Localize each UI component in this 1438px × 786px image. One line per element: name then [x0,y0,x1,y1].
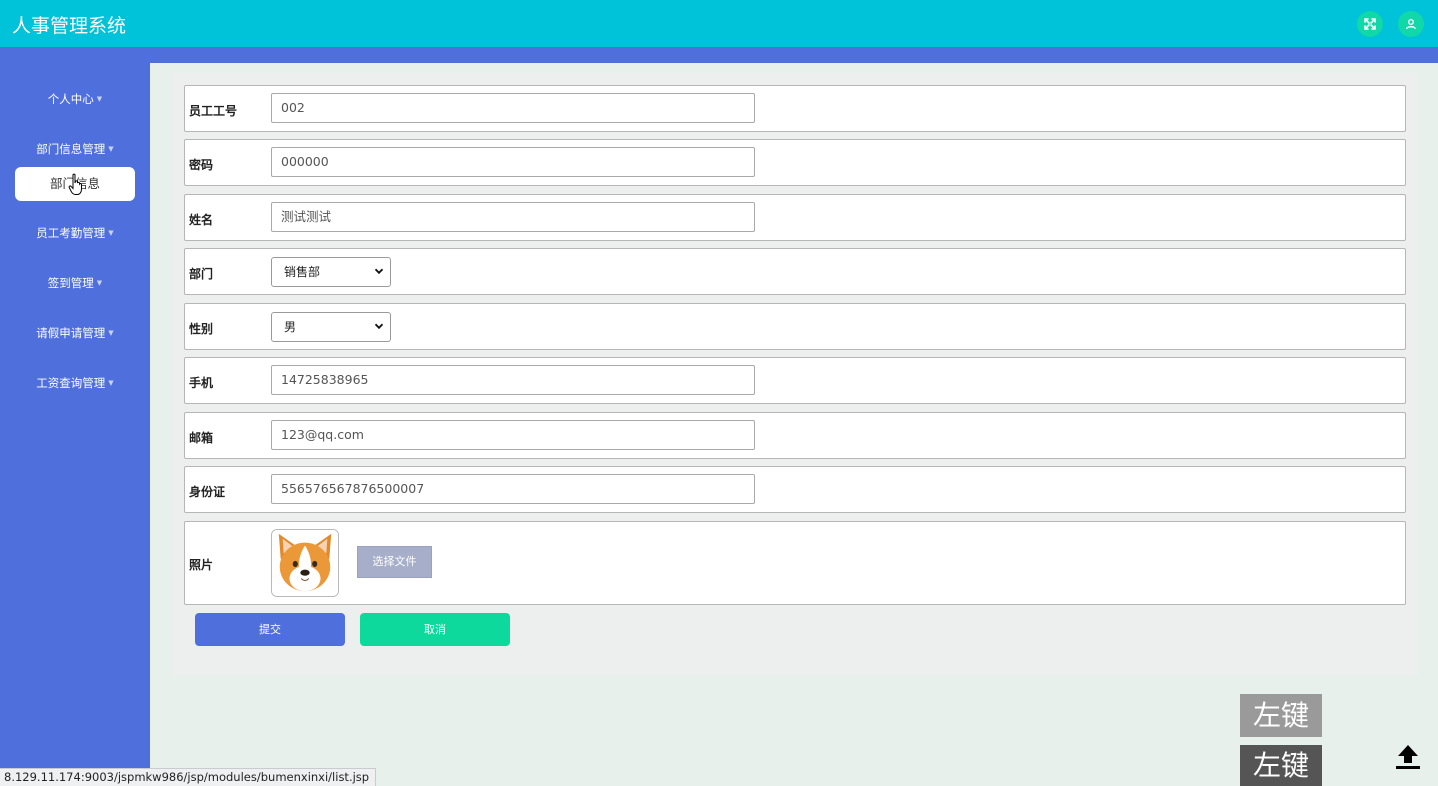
caret-down-icon: ▼ [108,145,114,153]
status-bar-url: 8.129.11.174:9003/jspmkw986/jsp/modules/… [0,768,377,786]
top-header: 人事管理系统 [0,0,1438,47]
sidebar-subitem-department-info[interactable]: 部门信息 [15,167,135,201]
sidebar-item-label: 请假申请管理 [36,326,106,340]
sidebar-item-personal-center[interactable]: 个人中心 ▼ [0,89,150,109]
form-row-email: 邮箱 123@qq.com [184,412,1406,459]
phone-input[interactable]: 14725838965 [271,365,755,395]
department-select-value: 销售部 [284,265,321,279]
form-row-id-card: 身份证 556576567876500007 [184,466,1406,513]
header-accent-strip [0,47,1438,63]
name-input[interactable]: 测试测试 [271,202,755,232]
gender-select-value: 男 [284,320,297,334]
form-row-department: 部门 销售部 [184,248,1406,295]
form-row-name: 姓名 测试测试 [184,194,1406,241]
form-label: 照片 [189,558,214,572]
cancel-button[interactable]: 取消 [360,613,510,646]
caret-down-icon: ▼ [96,279,103,287]
form-row-employee-id: 员工工号 002 [184,85,1406,132]
form-label: 邮箱 [189,431,214,445]
caret-down-icon: ▼ [108,379,114,387]
form-label: 姓名 [189,213,214,227]
sidebar-item-label: 部门信息管理 [36,142,106,156]
chevron-down-icon [374,268,384,275]
left-click-indicator: 左键 [1240,694,1322,737]
form-row-photo: 照片 选择文件 [184,521,1406,605]
sidebar-item-label: 签到管理 [47,276,94,290]
chevron-down-icon [374,323,384,330]
form-label: 性别 [189,322,214,336]
back-to-top-icon[interactable] [1394,742,1422,770]
sidebar-item-label: 个人中心 [47,92,94,106]
department-select[interactable]: 销售部 [271,257,391,287]
password-input[interactable]: 000000 [271,147,755,177]
avatar-photo[interactable] [271,529,339,597]
fullscreen-icon[interactable] [1357,11,1383,37]
form-label: 密码 [189,158,214,172]
form-row-gender: 性别 男 [184,303,1406,350]
form-label: 部门 [189,267,214,281]
form-label: 手机 [189,376,214,390]
caret-down-icon: ▼ [108,229,114,237]
choose-file-button[interactable]: 选择文件 [357,546,432,578]
form-label: 员工工号 [189,104,238,118]
email-input[interactable]: 123@qq.com [271,420,755,450]
form-label: 身份证 [189,485,226,499]
corgi-avatar-image [272,530,338,596]
sidebar-item-label: 工资查询管理 [36,376,106,390]
sidebar-item-checkin-management[interactable]: 签到管理 ▼ [0,273,150,293]
employee-id-input[interactable]: 002 [271,93,755,123]
left-click-indicator-active: 左键 [1240,745,1322,786]
user-icon[interactable] [1398,11,1424,37]
hand-cursor-icon [68,173,82,195]
submit-button[interactable]: 提交 [195,613,345,646]
sidebar-item-leave-management[interactable]: 请假申请管理 ▼ [0,323,150,343]
sidebar-item-label: 员工考勤管理 [36,226,106,240]
gender-select[interactable]: 男 [271,312,391,342]
sidebar-item-salary-management[interactable]: 工资查询管理 ▼ [0,373,150,393]
caret-down-icon: ▼ [96,95,103,103]
app-title: 人事管理系统 [12,15,127,37]
sidebar-item-department-management[interactable]: 部门信息管理 ▼ [0,139,150,159]
caret-down-icon: ▼ [108,329,114,337]
form-row-password: 密码 000000 [184,139,1406,186]
form-row-phone: 手机 14725838965 [184,357,1406,404]
sidebar-item-attendance-management[interactable]: 员工考勤管理 ▼ [0,223,150,243]
sidebar: 个人中心▼ 部门信息管理▼ 部门信息 员工考勤管理▼ 签到管理▼ 请假申请管理▼… [0,47,150,786]
id-card-input[interactable]: 556576567876500007 [271,474,755,504]
